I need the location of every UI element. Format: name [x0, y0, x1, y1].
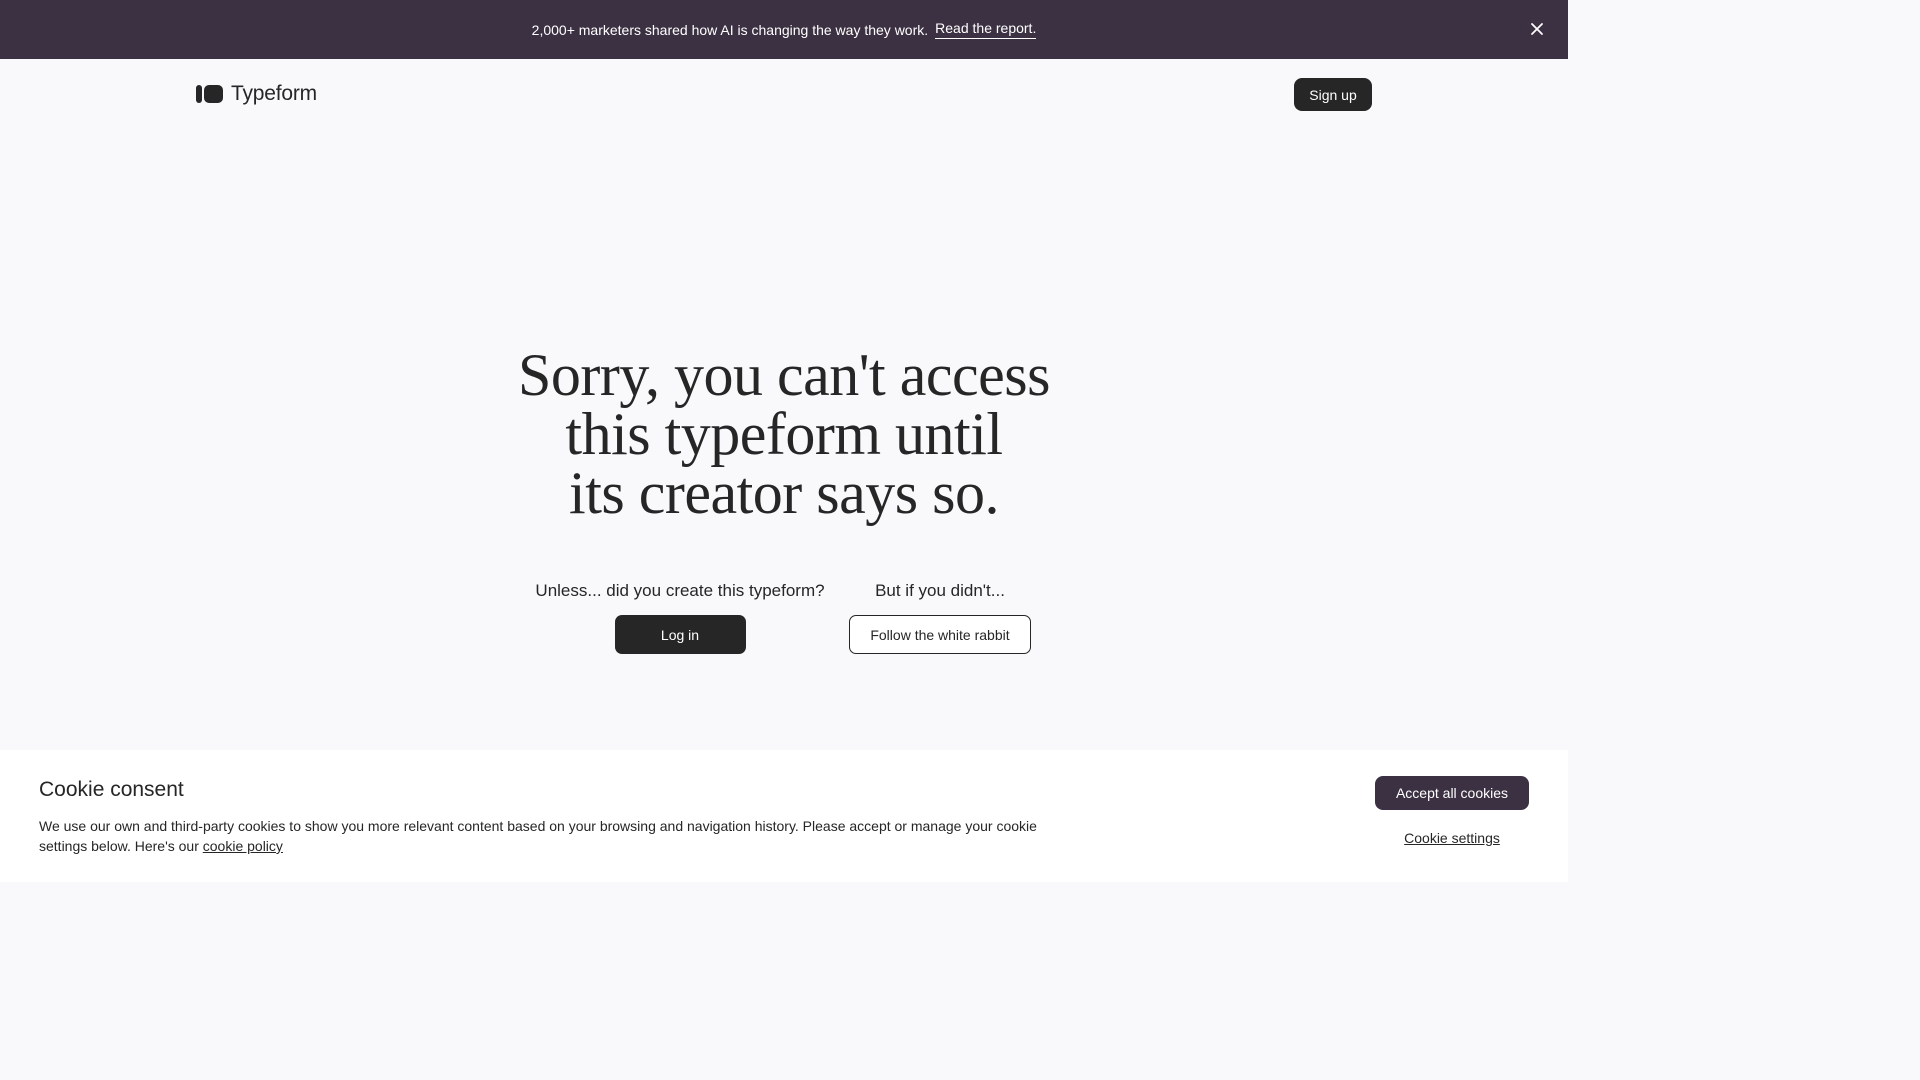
cookie-policy-link[interactable]: cookie policy	[203, 838, 283, 854]
sign-up-button[interactable]: Sign up	[1294, 78, 1372, 111]
cookie-consent-text: We use our own and third-party cookies t…	[39, 816, 1059, 856]
logo-text: Typeform	[231, 82, 317, 105]
white-rabbit-section: But if you didn't... Follow the white ra…	[840, 580, 1040, 654]
close-icon[interactable]	[1528, 20, 1546, 38]
headline-line: Sorry, you can't access	[518, 342, 1050, 408]
headline-line: its creator says so.	[569, 460, 999, 526]
page-headline: Sorry, you can't access this typeform un…	[384, 342, 1184, 526]
read-report-link[interactable]: Read the report.	[935, 20, 1037, 39]
cookie-consent-panel: Cookie consent We use our own and third-…	[0, 750, 1568, 882]
accept-all-cookies-button[interactable]: Accept all cookies	[1375, 776, 1529, 810]
headline-line: this typeform until	[565, 401, 1003, 467]
creator-prompt: Unless... did you create this typeform?	[535, 581, 825, 600]
log-in-button[interactable]: Log in	[614, 615, 746, 654]
cookie-consent-title: Cookie consent	[39, 778, 184, 801]
non-creator-prompt: But if you didn't...	[875, 581, 1005, 600]
typeform-logo[interactable]: Typeform	[196, 80, 317, 108]
cookie-settings-link[interactable]: Cookie settings	[1375, 830, 1529, 846]
cookie-description: We use our own and third-party cookies t…	[39, 818, 1037, 854]
banner-message: 2,000+ marketers shared how AI is changi…	[531, 21, 929, 38]
follow-white-rabbit-button[interactable]: Follow the white rabbit	[849, 615, 1031, 654]
typeform-logo-icon	[196, 85, 223, 103]
creator-login-section: Unless... did you create this typeform? …	[530, 580, 830, 654]
announcement-banner: 2,000+ marketers shared how AI is changi…	[0, 0, 1568, 59]
